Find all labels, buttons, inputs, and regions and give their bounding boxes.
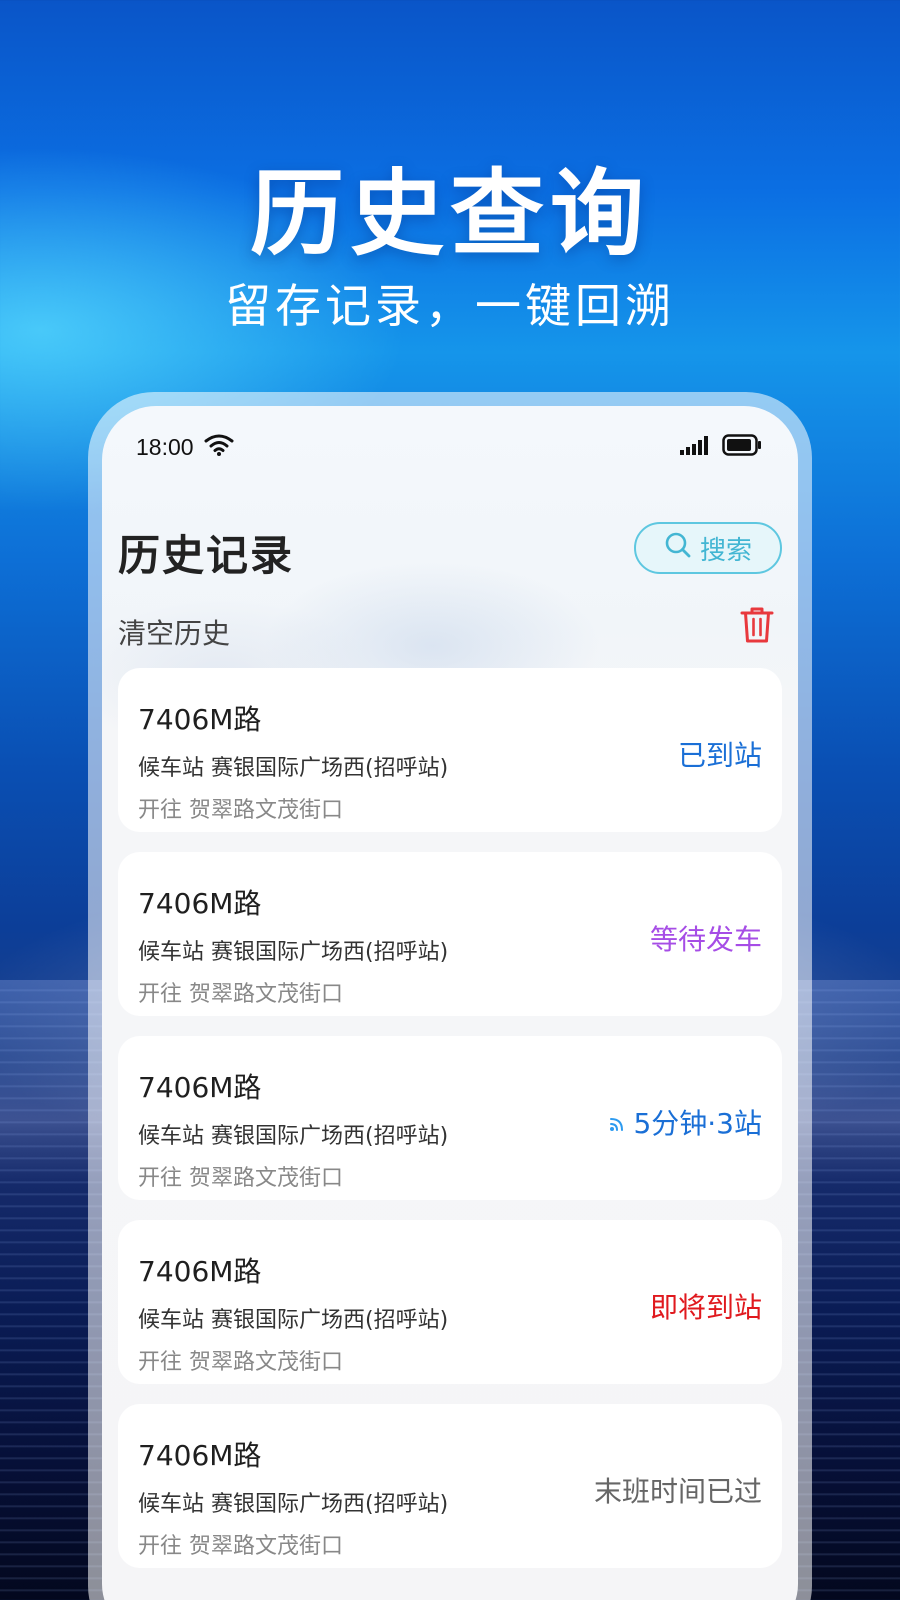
clear-history-label[interactable]: 清空历史 xyxy=(118,612,230,652)
destination: 开往 贺翠路文茂街口 xyxy=(138,1534,343,1559)
arrival-status: 5分钟·3站 xyxy=(609,1102,762,1142)
arrival-status-text: 5分钟·3站 xyxy=(633,1107,762,1140)
trash-icon[interactable] xyxy=(740,606,774,644)
route-name: 7406M路 xyxy=(138,1439,262,1472)
history-card[interactable]: 7406M路 候车站 赛银国际广场西(招呼站) 开往 贺翠路文茂街口 5分钟·3… xyxy=(118,1036,782,1200)
history-card[interactable]: 7406M路 候车站 赛银国际广场西(招呼站) 开往 贺翠路文茂街口 已到站 xyxy=(118,668,782,832)
status-time: 18:00 xyxy=(136,433,194,460)
phone-frame: 18:00 历史记录 搜索 清空历史 7406M路 候车站 赛银国际广场西(招呼… xyxy=(88,392,812,1600)
route-name: 7406M路 xyxy=(138,1255,262,1288)
route-name: 7406M路 xyxy=(138,887,262,920)
signal-icon xyxy=(680,435,710,459)
page-title: 历史记录 xyxy=(118,531,295,580)
destination: 开往 贺翠路文茂街口 xyxy=(138,798,343,823)
arrival-status: 已到站 xyxy=(678,734,762,774)
arrival-status: 等待发车 xyxy=(650,918,762,958)
status-bar: 18:00 xyxy=(136,430,762,464)
destination: 开往 贺翠路文茂街口 xyxy=(138,982,343,1007)
arrival-status: 末班时间已过 xyxy=(594,1470,762,1510)
route-name: 7406M路 xyxy=(138,703,262,736)
hero-subtitle: 留存记录，一键回溯 xyxy=(225,279,675,333)
search-button[interactable]: 搜索 xyxy=(634,522,782,574)
destination: 开往 贺翠路文茂街口 xyxy=(138,1350,343,1375)
history-card[interactable]: 7406M路 候车站 赛银国际广场西(招呼站) 开往 贺翠路文茂街口 即将到站 xyxy=(118,1220,782,1384)
waiting-stop: 候车站 赛银国际广场西(招呼站) xyxy=(138,756,449,781)
wifi-icon xyxy=(204,434,234,460)
search-button-label: 搜索 xyxy=(699,535,752,566)
battery-icon xyxy=(722,434,762,460)
hero-title: 历史查询 xyxy=(249,160,650,269)
history-card[interactable]: 7406M路 候车站 赛银国际广场西(招呼站) 开往 贺翠路文茂街口 末班时间已… xyxy=(118,1404,782,1568)
arrival-status-text: 已到站 xyxy=(677,739,762,772)
arrival-status: 即将到站 xyxy=(650,1286,762,1326)
arrival-status-text: 等待发车 xyxy=(649,923,762,956)
arrival-status-text: 即将到站 xyxy=(649,1291,762,1324)
arrival-status-text: 末班时间已过 xyxy=(593,1475,762,1508)
destination: 开往 贺翠路文茂街口 xyxy=(138,1166,343,1191)
phone-screen: 18:00 历史记录 搜索 清空历史 7406M路 候车站 赛银国际广场西(招呼… xyxy=(102,406,798,1600)
realtime-signal-icon xyxy=(609,1106,625,1139)
history-card[interactable]: 7406M路 候车站 赛银国际广场西(招呼站) 开往 贺翠路文茂街口 等待发车 xyxy=(118,852,782,1016)
search-icon xyxy=(664,531,692,566)
history-list: 7406M路 候车站 赛银国际广场西(招呼站) 开往 贺翠路文茂街口 已到站 7… xyxy=(118,668,782,1568)
route-name: 7406M路 xyxy=(138,1071,262,1104)
